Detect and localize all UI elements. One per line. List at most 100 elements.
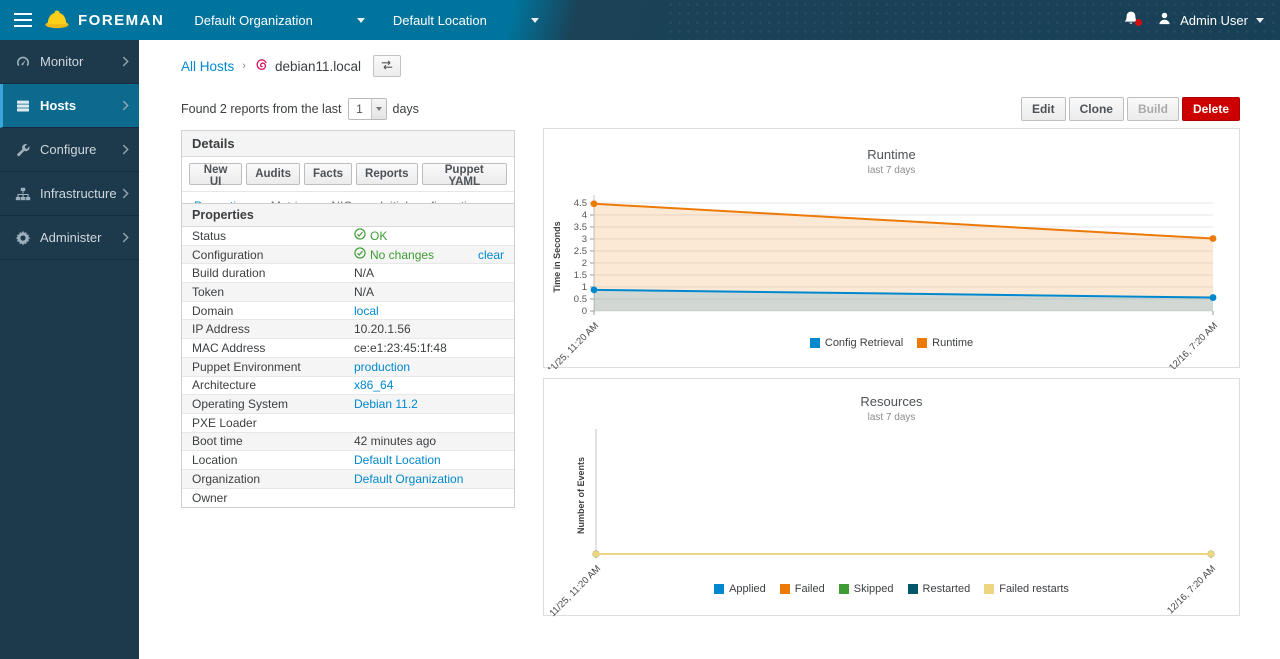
location-dropdown[interactable]: Default Location xyxy=(379,0,553,40)
status-value: No changes xyxy=(354,247,478,262)
hamburger-menu-button[interactable] xyxy=(0,13,44,27)
property-row: Operating SystemDebian 11.2 xyxy=(182,395,514,414)
property-row: Boot time42 minutes ago xyxy=(182,433,514,452)
host-action-buttons: Edit Clone Build Delete xyxy=(1021,97,1240,121)
delete-button[interactable]: Delete xyxy=(1182,97,1240,121)
edit-button[interactable]: Edit xyxy=(1021,97,1066,121)
legend-item-config-retrieval[interactable]: Config Retrieval xyxy=(810,337,903,349)
property-label: Puppet Environment xyxy=(182,360,354,374)
legend-item-failed[interactable]: Failed xyxy=(780,583,825,595)
reports-button[interactable]: Reports xyxy=(356,163,417,185)
legend-item-runtime[interactable]: Runtime xyxy=(917,337,973,349)
runtime-chart-panel: Runtimelast 7 days00.511.522.533.544.5Ti… xyxy=(543,128,1240,368)
properties-table: Properties StatusOKConfigurationNo chang… xyxy=(181,203,515,508)
property-value-link[interactable]: local xyxy=(354,304,514,318)
host-name: debian11.local xyxy=(275,59,361,74)
sidebar-item-administer[interactable]: Administer xyxy=(0,216,139,260)
property-value-link[interactable]: Debian 11.2 xyxy=(354,397,514,411)
user-menu[interactable]: Admin User xyxy=(1153,11,1280,29)
new-ui-button[interactable]: New UI xyxy=(189,163,242,185)
notifications-button[interactable] xyxy=(1109,10,1153,30)
property-value-link[interactable]: Default Location xyxy=(354,453,514,467)
svg-text:0.5: 0.5 xyxy=(574,294,587,305)
property-value: 10.20.1.56 xyxy=(354,322,514,336)
runtime-legend: Config Retrieval Runtime xyxy=(544,337,1239,349)
property-label: IP Address xyxy=(182,322,354,336)
legend-label: Applied xyxy=(729,583,766,595)
sidebar-item-infrastructure[interactable]: Infrastructure xyxy=(0,172,139,216)
main-content: All Hosts › debian11.local Found 2 repor… xyxy=(139,40,1280,659)
property-row: TokenN/A xyxy=(182,283,514,302)
property-value: 42 minutes ago xyxy=(354,434,514,448)
property-value-link[interactable]: Default Organization xyxy=(354,472,514,486)
gear-icon xyxy=(15,230,31,246)
property-row: Domainlocal xyxy=(182,302,514,321)
svg-text:Time in Seconds: Time in Seconds xyxy=(552,221,562,292)
resources-plot-area: Number of Events11/25, 11:20 AM12/16, 7:… xyxy=(544,379,1241,617)
legend-item-skipped[interactable]: Skipped xyxy=(839,583,894,595)
svg-text:2.5: 2.5 xyxy=(574,246,587,257)
sidebar-item-label: Hosts xyxy=(40,98,122,113)
caret-down-icon xyxy=(531,18,539,23)
property-label: Configuration xyxy=(182,248,354,262)
breadcrumb-all-hosts-link[interactable]: All Hosts xyxy=(181,59,234,74)
server-icon xyxy=(15,98,31,114)
ui-switcher-button[interactable] xyxy=(373,55,401,77)
reports-summary-prefix: Found 2 reports from the last xyxy=(181,102,342,116)
hardhat-icon xyxy=(44,8,70,32)
property-value-link[interactable]: production xyxy=(354,360,514,374)
audits-button[interactable]: Audits xyxy=(246,163,300,185)
legend-swatch xyxy=(714,584,724,594)
sidebar-item-label: Monitor xyxy=(40,54,122,69)
user-name: Admin User xyxy=(1180,13,1248,28)
property-value: N/A xyxy=(354,285,514,299)
foreman-logo[interactable]: FOREMAN xyxy=(44,8,180,32)
property-label: Architecture xyxy=(182,378,354,392)
property-row: Puppet Environmentproduction xyxy=(182,358,514,377)
svg-text:4: 4 xyxy=(582,210,587,221)
build-button[interactable]: Build xyxy=(1127,97,1179,121)
details-panel-title: Details xyxy=(182,131,514,157)
resources-legend: Applied Failed Skipped Restarted Failed rest… xyxy=(544,583,1239,595)
properties-table-title: Properties xyxy=(182,204,514,227)
caret-down-icon xyxy=(357,18,365,23)
property-row: IP Address10.20.1.56 xyxy=(182,320,514,339)
legend-item-restarted[interactable]: Restarted xyxy=(908,583,971,595)
sidebar-item-hosts[interactable]: Hosts xyxy=(0,84,139,128)
sidebar-item-monitor[interactable]: Monitor xyxy=(0,40,139,84)
legend-label: Skipped xyxy=(854,583,894,595)
clone-button[interactable]: Clone xyxy=(1069,97,1124,121)
puppet-yaml-button[interactable]: Puppet YAML xyxy=(422,163,508,185)
user-icon xyxy=(1157,11,1172,29)
legend-label: Runtime xyxy=(932,337,973,349)
property-row: Owner xyxy=(182,489,514,508)
check-circle-icon xyxy=(354,247,366,262)
breadcrumb: All Hosts › debian11.local xyxy=(181,55,401,77)
svg-text:3: 3 xyxy=(582,234,587,245)
sidebar-item-configure[interactable]: Configure xyxy=(0,128,139,172)
property-label: MAC Address xyxy=(182,341,354,355)
legend-swatch xyxy=(810,338,820,348)
organization-label: Default Organization xyxy=(194,13,313,28)
select-caret-icon xyxy=(371,99,386,119)
legend-item-failed-restarts[interactable]: Failed restarts xyxy=(984,583,1069,595)
check-circle-icon xyxy=(354,228,366,243)
property-row: ConfigurationNo changesclear xyxy=(182,246,514,265)
property-row: PXE Loader xyxy=(182,414,514,433)
location-label: Default Location xyxy=(393,13,487,28)
reports-summary-suffix: days xyxy=(393,102,419,116)
organization-dropdown[interactable]: Default Organization xyxy=(180,0,379,40)
breadcrumb-separator: › xyxy=(242,60,246,72)
property-value-link[interactable]: x86_64 xyxy=(354,378,514,392)
resources-chart-panel: Resourceslast 7 daysNumber of Events11/2… xyxy=(543,378,1240,616)
property-label: Owner xyxy=(182,491,354,505)
days-select[interactable]: 1 xyxy=(348,98,387,120)
property-row: OrganizationDefault Organization xyxy=(182,470,514,489)
legend-label: Restarted xyxy=(923,583,971,595)
legend-swatch xyxy=(908,584,918,594)
legend-item-applied[interactable]: Applied xyxy=(714,583,766,595)
clear-link[interactable]: clear xyxy=(478,248,514,262)
facts-button[interactable]: Facts xyxy=(304,163,352,185)
wrench-icon xyxy=(15,142,31,158)
brand-name: FOREMAN xyxy=(78,12,164,29)
